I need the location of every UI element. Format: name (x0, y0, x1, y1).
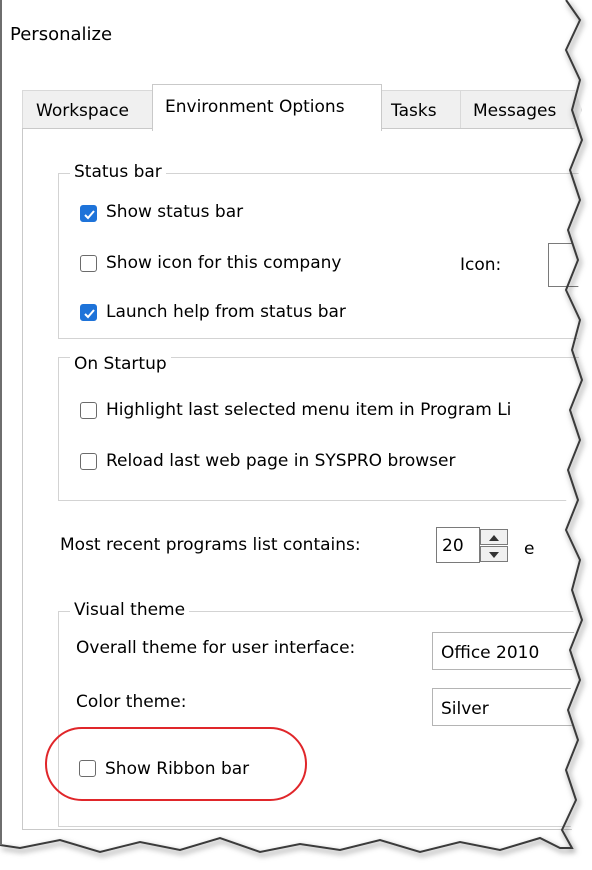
tab-messages[interactable]: Messages (460, 90, 582, 129)
tab-label: Workspace (36, 101, 129, 121)
status-bar-legend: Status bar (70, 164, 166, 181)
overall-theme-value: Office 2010 (441, 643, 540, 663)
on-startup-legend: On Startup (70, 356, 171, 373)
window-title: Personalize (10, 24, 113, 45)
overall-theme-label: Overall theme for user interface: (76, 638, 356, 658)
color-theme-label: Color theme: (76, 692, 187, 712)
on-startup-group (58, 357, 579, 501)
tab-tasks[interactable]: Tasks (380, 90, 462, 129)
show-status-bar-label: Show status bar (106, 202, 244, 222)
arrow-up-icon (489, 535, 499, 541)
recent-programs-stepper[interactable] (480, 527, 510, 563)
tab-workspace[interactable]: Workspace (22, 90, 154, 129)
color-theme-value: Silver (441, 699, 489, 719)
recent-programs-input[interactable]: 20 (436, 527, 480, 563)
icon-picker[interactable] (548, 243, 582, 287)
tab-environment-options[interactable]: Environment Options (152, 84, 382, 131)
show-status-bar-checkbox[interactable] (80, 205, 97, 222)
tab-label: Environment Options (165, 97, 345, 117)
visual-theme-legend: Visual theme (70, 602, 190, 619)
reload-web-checkbox[interactable] (80, 453, 97, 470)
overall-theme-select[interactable]: Office 2010 (432, 632, 582, 670)
stepper-up-button[interactable] (480, 529, 508, 545)
recent-programs-value: 20 (442, 536, 464, 556)
reload-web-label: Reload last web page in SYSPRO browser (106, 451, 456, 471)
check-icon (84, 210, 95, 220)
highlight-last-label: Highlight last selected menu item in Pro… (106, 400, 512, 420)
highlight-oval-annotation (45, 727, 307, 801)
launch-help-checkbox[interactable] (80, 304, 97, 321)
show-icon-checkbox[interactable] (80, 255, 97, 272)
highlight-last-checkbox[interactable] (80, 402, 97, 419)
arrow-down-icon (489, 552, 499, 558)
launch-help-label: Launch help from status bar (106, 302, 346, 322)
recent-programs-label: Most recent programs list contains: (60, 535, 361, 555)
check-icon (84, 309, 95, 319)
show-icon-label: Show icon for this company (106, 253, 342, 273)
icon-label: Icon: (460, 255, 502, 275)
tab-label: Messages (473, 101, 557, 121)
recent-programs-suffix: e (524, 539, 535, 559)
personalize-dialog: Personalize Workspace Tasks Messages Env… (0, 0, 592, 870)
stepper-down-button[interactable] (480, 546, 508, 562)
tab-label: Tasks (391, 101, 437, 121)
color-theme-select[interactable]: Silver (432, 688, 582, 726)
